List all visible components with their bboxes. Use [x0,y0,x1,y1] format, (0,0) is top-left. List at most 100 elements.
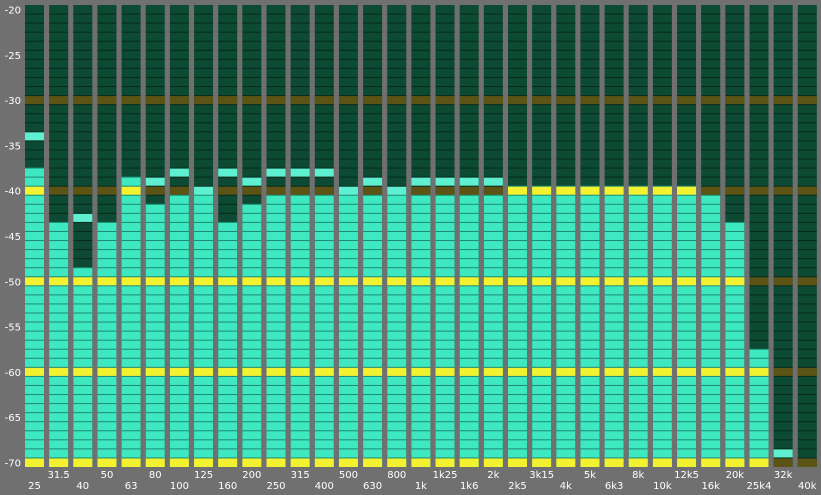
segment-separator [411,276,431,278]
segment-separator [580,149,600,151]
segment-separator [628,221,648,223]
band-column [797,5,817,467]
level-line-lit [459,276,479,286]
segment-separator [266,357,286,359]
segment-separator [749,95,769,97]
y-tick-label: -65 [5,413,21,424]
band-column [387,5,407,467]
segment-separator [266,330,286,332]
segment-separator [363,149,383,151]
segment-separator [459,330,479,332]
segment-separator [97,258,117,260]
segment-separator [556,122,576,124]
level-line-lit [169,457,189,467]
segment-separator [242,203,262,205]
segment-separator [435,303,455,305]
segment-separator [773,421,793,423]
segment-separator [435,448,455,450]
segment-separator [628,412,648,414]
segment-separator [508,122,527,124]
level-line-lit [459,457,479,467]
segment-separator [773,67,793,69]
segment-separator [773,258,793,260]
segment-separator [218,185,238,187]
segment-separator [169,104,189,106]
segment-separator [97,448,117,450]
segment-separator [242,276,262,278]
segment-separator [314,357,334,359]
segment-separator [628,439,648,441]
segment-separator [363,348,383,350]
level-line [435,95,455,105]
level-line [314,95,334,105]
segment-separator [556,249,576,251]
level-line [749,276,769,286]
segment-separator [145,122,165,124]
level-line-lit [73,367,93,377]
segment-separator [749,194,769,196]
segment-separator [628,86,648,88]
segment-separator [363,339,383,341]
segment-separator [604,439,624,441]
segment-separator [145,348,165,350]
segment-separator [121,95,141,97]
segment-separator [797,113,817,115]
segment-separator [194,384,214,386]
segment-separator [169,86,189,88]
level-line-lit [435,457,455,467]
segment-separator [338,67,358,69]
segment-separator [773,276,793,278]
band-column [532,5,552,468]
segment-separator [49,357,69,359]
segment-separator [97,158,117,160]
segment-separator [97,194,117,196]
segment-separator [556,149,576,151]
segment-separator [338,113,358,115]
segment-separator [749,330,769,332]
segment-separator [145,104,165,106]
segment-separator [701,240,721,242]
segment-separator [773,321,793,323]
segment-separator [363,321,383,323]
segment-separator [580,312,600,314]
segment-separator [411,185,431,187]
segment-separator [459,131,479,133]
segment-separator [580,203,600,205]
segment-separator [411,348,431,350]
segment-separator [194,185,214,187]
segment-separator [338,258,358,260]
segment-separator [725,131,745,133]
segment-separator [652,375,672,377]
segment-separator [194,267,214,269]
segment-separator [387,158,407,160]
segment-separator [677,167,697,169]
segment-separator [532,22,552,24]
segment-separator [459,212,479,214]
segment-separator [652,430,672,432]
segment-separator [338,158,358,160]
segment-separator [435,58,455,60]
segment-separator [387,131,407,133]
segment-separator [749,31,769,33]
segment-separator [145,49,165,51]
segment-separator [121,303,141,305]
segment-separator [435,185,455,187]
segment-separator [194,230,214,232]
band-column [121,5,141,467]
segment-separator [25,412,44,414]
segment-separator [218,366,238,368]
segment-separator [435,31,455,33]
segment-separator [25,22,44,24]
segment-separator [652,22,672,24]
segment-separator [628,58,648,60]
segment-separator [628,448,648,450]
level-line [725,186,745,196]
level-line [580,95,600,105]
level-line [49,95,69,105]
segment-separator [290,430,310,432]
segment-separator [97,312,117,314]
segment-separator [290,95,310,97]
peak-marker [363,177,383,187]
x-tick-label: 25k4 [747,481,772,492]
segment-separator [797,240,817,242]
